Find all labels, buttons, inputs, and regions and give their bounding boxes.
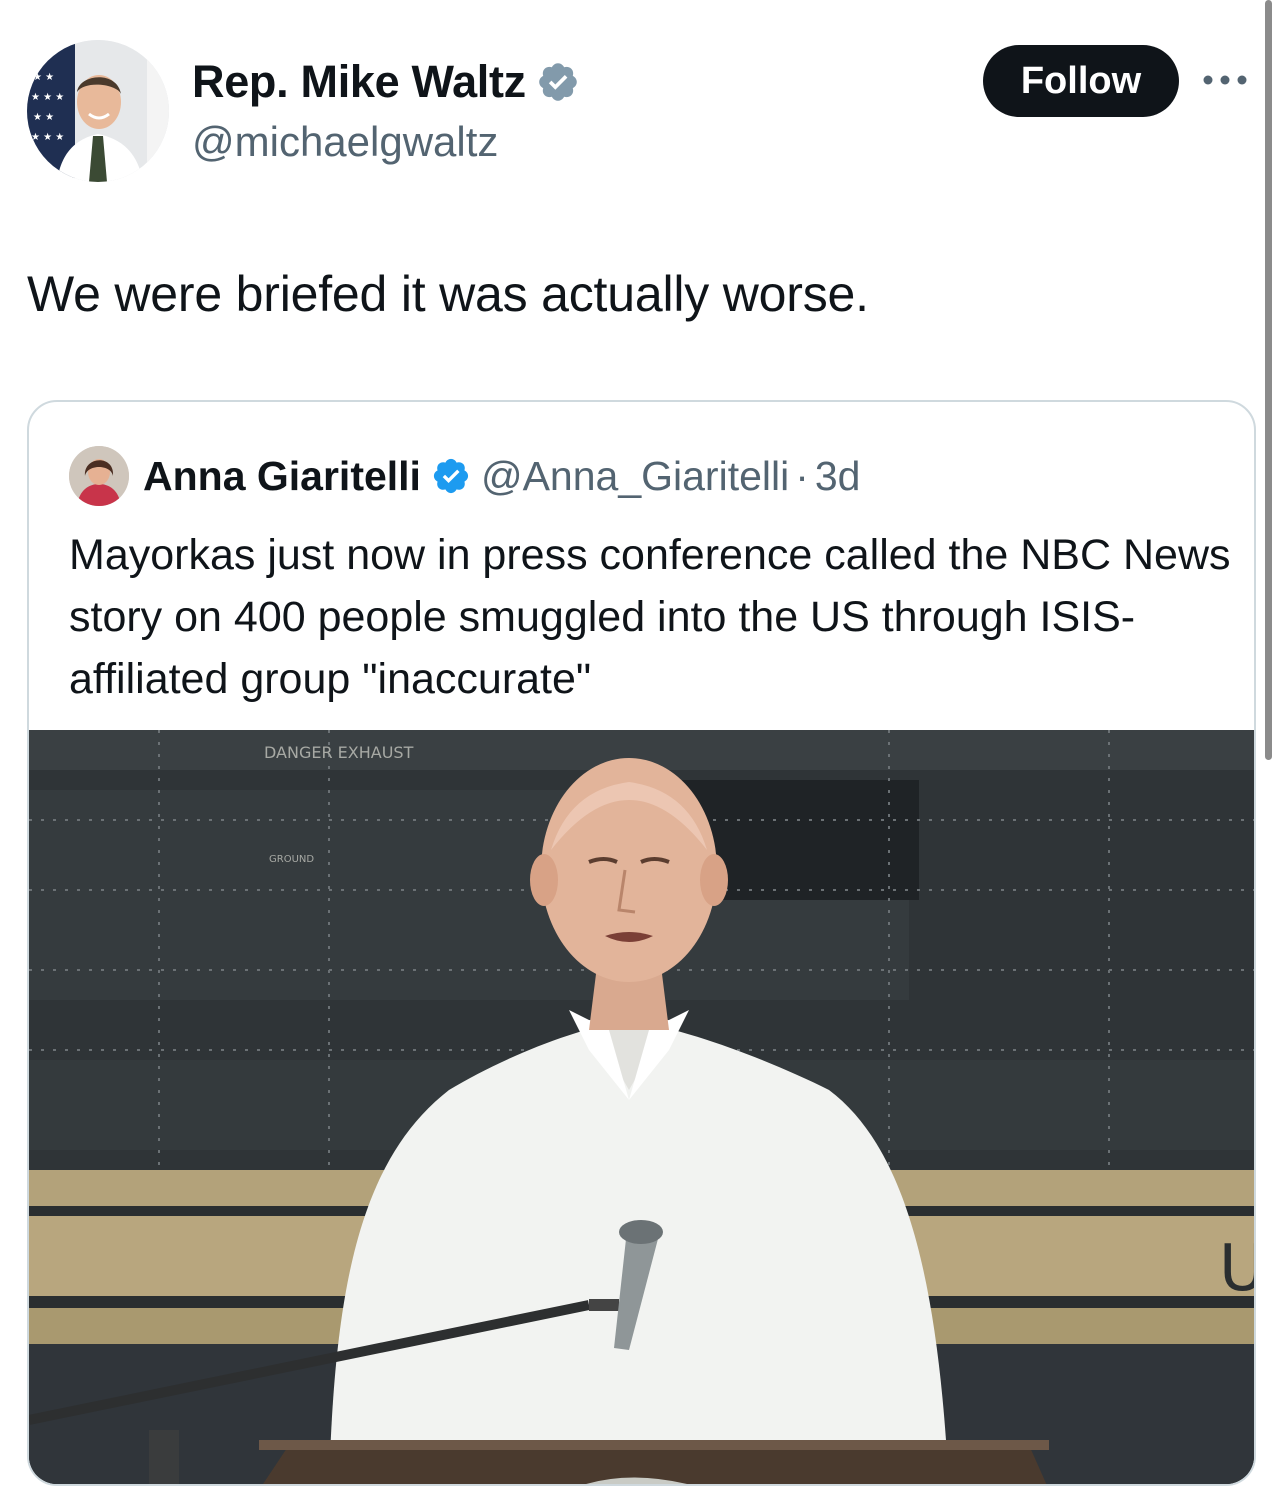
quoted-author-avatar[interactable] [69,446,129,506]
svg-text:★ ★ ★: ★ ★ ★ [31,132,64,143]
scrollbar[interactable] [1265,0,1272,760]
tweet-detail: ★ ★ ★ ★ ★ ★ ★ ★ ★ ★ Rep. Mike Waltz @mic… [0,0,1283,1490]
danger-exhaust-label: DANGER EXHAUST [264,743,414,762]
svg-text:★ ★: ★ ★ [33,72,54,83]
author-name[interactable]: Rep. Mike Waltz [192,56,580,108]
hull-letter: U [1219,1232,1256,1306]
press-conference-photo-icon: DANGER EXHAUST GROUND U [29,730,1256,1484]
author-avatar[interactable]: ★ ★ ★ ★ ★ ★ ★ ★ ★ ★ [27,40,169,182]
more-options-button[interactable] [1200,62,1250,98]
verified-badge-icon [539,63,577,101]
more-horizontal-icon [1203,75,1247,85]
author-handle[interactable]: @michaelgwaltz [192,118,498,166]
tweet-text: We were briefed it was actually worse. [27,266,869,322]
svg-text:★ ★: ★ ★ [33,112,54,123]
separator-dot: · [795,452,809,499]
author-name-text[interactable]: Rep. Mike Waltz [192,56,526,108]
quoted-tweet-text: Mayorkas just now in press conference ca… [69,531,1231,703]
quoted-author-name[interactable]: Anna Giaritelli [143,453,421,500]
quoted-author-handle[interactable]: @Anna_Giaritelli [481,453,789,500]
profile-photo-icon: ★ ★ ★ ★ ★ ★ ★ ★ ★ ★ [27,40,169,182]
quoted-tweet-header: Anna Giaritelli @Anna_Giaritelli · 3d [69,446,860,506]
quoted-timestamp[interactable]: 3d [815,453,861,500]
follow-button[interactable]: Follow [983,45,1179,117]
profile-photo-icon [69,446,129,506]
ground-label: GROUND [269,854,314,865]
verified-badge-icon [433,458,469,494]
quoted-tweet-media[interactable]: DANGER EXHAUST GROUND U [29,730,1256,1484]
quoted-tweet[interactable]: Anna Giaritelli @Anna_Giaritelli · 3d Ma… [27,400,1256,1486]
svg-text:★ ★ ★: ★ ★ ★ [31,92,64,103]
